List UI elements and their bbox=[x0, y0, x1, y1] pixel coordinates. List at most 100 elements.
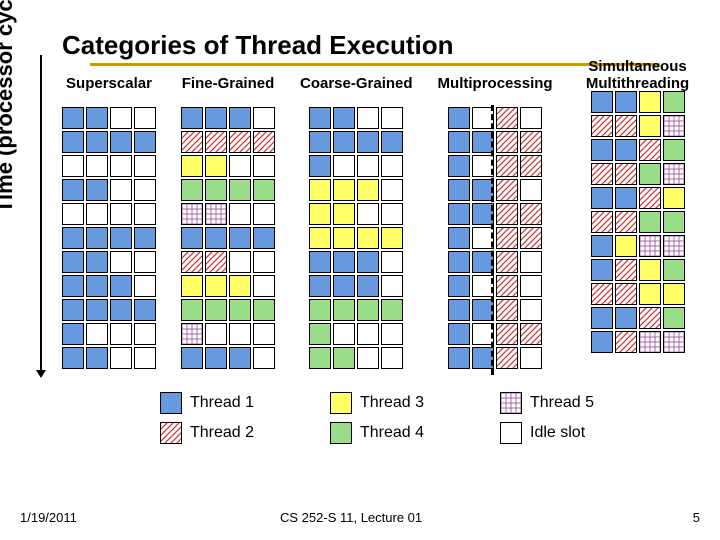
grid-cell bbox=[357, 347, 379, 369]
grid-cell bbox=[520, 227, 542, 249]
grid-cell bbox=[229, 275, 251, 297]
grid-cell bbox=[253, 179, 275, 201]
column-header: Simultaneous Multithreading bbox=[578, 59, 698, 91]
grid-cell bbox=[663, 283, 685, 305]
grid-cell bbox=[663, 115, 685, 137]
grid-cell bbox=[229, 107, 251, 129]
grid-cell bbox=[615, 211, 637, 233]
grid-cell bbox=[333, 107, 355, 129]
grid-cell bbox=[520, 179, 542, 201]
grid-row bbox=[309, 131, 403, 153]
grid-cell bbox=[62, 323, 84, 345]
grid-cell bbox=[181, 179, 203, 201]
grid-cell bbox=[333, 227, 355, 249]
footer-page: 5 bbox=[693, 510, 700, 525]
grid-cell bbox=[333, 203, 355, 225]
grid-cell bbox=[181, 155, 203, 177]
grid-cell bbox=[205, 251, 227, 273]
grid-cell bbox=[591, 259, 613, 281]
grid-cell bbox=[181, 131, 203, 153]
grid-cell bbox=[309, 203, 331, 225]
grid-cell bbox=[448, 155, 470, 177]
grid-cell bbox=[357, 203, 379, 225]
grid-cell bbox=[205, 155, 227, 177]
grid-cell bbox=[615, 235, 637, 257]
grid-cell bbox=[110, 179, 132, 201]
grid-row bbox=[448, 107, 542, 129]
grid-cell bbox=[357, 179, 379, 201]
grid-cell bbox=[62, 131, 84, 153]
grid-row bbox=[181, 179, 275, 201]
legend-label: Thread 3 bbox=[360, 394, 424, 412]
grid-cell bbox=[86, 227, 108, 249]
footer-date: 1/19/2011 bbox=[20, 510, 77, 525]
grid-cell bbox=[110, 203, 132, 225]
grid-cell bbox=[333, 299, 355, 321]
legend-item: Thread 2 bbox=[160, 422, 330, 444]
grid-cell bbox=[496, 227, 518, 249]
grid-cell bbox=[205, 227, 227, 249]
grid-row bbox=[62, 107, 156, 129]
grid-cell bbox=[110, 131, 132, 153]
grid-cell bbox=[357, 155, 379, 177]
grid-cell bbox=[663, 235, 685, 257]
grid-cell bbox=[381, 251, 403, 273]
grid-cell bbox=[663, 211, 685, 233]
grid-cell bbox=[229, 131, 251, 153]
grid-cell bbox=[591, 163, 613, 185]
grid-cell bbox=[448, 275, 470, 297]
grid-cell bbox=[181, 107, 203, 129]
grid-cell bbox=[639, 187, 661, 209]
grid-row bbox=[448, 347, 542, 369]
grid-cell bbox=[381, 227, 403, 249]
grid-cell bbox=[615, 259, 637, 281]
grid-cell bbox=[110, 107, 132, 129]
grid-cell bbox=[253, 203, 275, 225]
grid-cell bbox=[134, 323, 156, 345]
column: Simultaneous Multithreading bbox=[578, 75, 698, 369]
grid-cell bbox=[496, 203, 518, 225]
grid-row bbox=[309, 155, 403, 177]
grid-cell bbox=[381, 347, 403, 369]
grid-cell bbox=[357, 299, 379, 321]
grid-cell bbox=[357, 251, 379, 273]
grid-cell bbox=[381, 323, 403, 345]
grid-cell bbox=[110, 323, 132, 345]
grid-cell bbox=[333, 347, 355, 369]
grid-row bbox=[62, 347, 156, 369]
grid-row bbox=[591, 211, 685, 233]
grid-cell bbox=[309, 131, 331, 153]
grid-cell bbox=[496, 155, 518, 177]
grid-cell bbox=[110, 251, 132, 273]
grid-cell bbox=[205, 299, 227, 321]
grid-cell bbox=[615, 307, 637, 329]
grid-cell bbox=[448, 227, 470, 249]
grid-row bbox=[591, 283, 685, 305]
grid-cell bbox=[86, 179, 108, 201]
grid-row bbox=[591, 115, 685, 137]
grid-row bbox=[181, 131, 275, 153]
grid-cell bbox=[448, 323, 470, 345]
grid-cell bbox=[615, 187, 637, 209]
column-grid bbox=[309, 107, 403, 369]
legend-item: Thread 1 bbox=[160, 392, 330, 414]
legend-swatch bbox=[330, 392, 352, 414]
grid-cell bbox=[181, 299, 203, 321]
grid-row bbox=[62, 131, 156, 153]
grid-row bbox=[181, 155, 275, 177]
grid-row bbox=[591, 163, 685, 185]
grid-row bbox=[181, 251, 275, 273]
grid-cell bbox=[205, 323, 227, 345]
grid-row bbox=[448, 323, 542, 345]
grid-row bbox=[591, 139, 685, 161]
grid-cell bbox=[663, 331, 685, 353]
grid-cell bbox=[448, 131, 470, 153]
grid-cell bbox=[86, 299, 108, 321]
grid-cell bbox=[357, 227, 379, 249]
grid-cell bbox=[205, 347, 227, 369]
grid-cell bbox=[381, 107, 403, 129]
grid-cell bbox=[591, 187, 613, 209]
grid-cell bbox=[86, 347, 108, 369]
grid-cell bbox=[520, 299, 542, 321]
grid-cell bbox=[134, 227, 156, 249]
